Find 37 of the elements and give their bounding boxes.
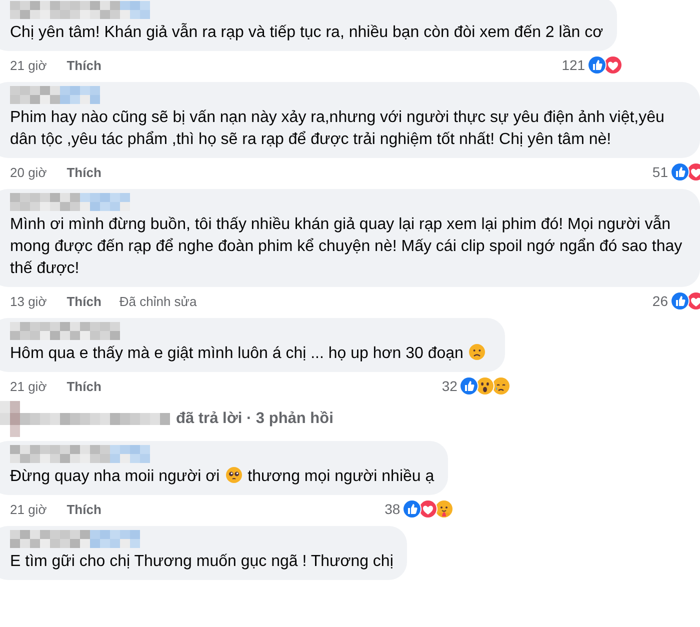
- heart-icon: [686, 162, 700, 182]
- comment-text: Đừng quay nha moii người ơi: [10, 468, 220, 485]
- like-icon: [402, 499, 422, 519]
- like-icon: [459, 376, 480, 396]
- hugging-face-icon: [434, 499, 454, 519]
- comment-text: Hôm qua e thấy mà e giật mình luôn á chị ... họ up hơn 30 đoạn: [10, 345, 464, 362]
- like-icon: [670, 162, 690, 182]
- reaction-count[interactable]: 38: [384, 501, 400, 517]
- replies-link[interactable]: đã trả lời · 3 phản hồi: [176, 410, 334, 428]
- reaction-count[interactable]: 51: [652, 164, 668, 180]
- like-icon: [670, 291, 690, 311]
- heart-icon: [418, 499, 438, 519]
- comment-text: Chị yên tâm! Khán giả vẫn ra rạp và tiếp tục ra, nhiều bạn còn đòi xem đến 2 lần cơ: [10, 24, 604, 41]
- comment-time[interactable]: 21 giờ: [10, 378, 47, 394]
- like-link[interactable]: Thích: [66, 502, 102, 516]
- reaction-count[interactable]: 32: [442, 378, 458, 394]
- comment-time[interactable]: 13 giờ: [10, 294, 47, 308]
- like-link[interactable]: Thích: [66, 294, 102, 308]
- comment-time[interactable]: 20 giờ: [10, 164, 47, 180]
- comment-time[interactable]: 21 giờ: [10, 502, 47, 516]
- heart-icon: [686, 291, 700, 311]
- crying-face-icon: [491, 376, 512, 396]
- like-link[interactable]: Thích: [66, 58, 102, 72]
- comment-text: Mình ơi mình đừng buồn, tôi thấy nhiều khán giả quay lại rạp xem lại phim đó! Mọi người vẫn mong được đến rạp để nghe đoàn phim kể chuyện nè! Mấy cái clip spoil ngớ ngẩn đó sao thay thế được!: [10, 216, 682, 277]
- reaction-count[interactable]: 121: [562, 57, 586, 73]
- comment-text: Phim hay nào cũng sẽ bị vấn nạn này xảy ra,nhưng với người thực sự yêu điện ảnh việt,yêu dân tộc ,yêu tác phẩm ,thì họ sẽ ra rạp để được trải nghiệm tốt nhất! Chị yên tâm nè!: [10, 109, 664, 148]
- pleading-face-icon: [224, 466, 243, 484]
- sad-face-icon: [468, 343, 486, 361]
- like-link[interactable]: Thích: [66, 164, 102, 180]
- comment-time[interactable]: 21 giờ: [10, 58, 47, 72]
- reaction-count[interactable]: 26: [652, 293, 668, 309]
- comment-text: thương mọi người nhiều ạ: [248, 468, 434, 485]
- like-icon: [587, 55, 608, 75]
- edited-label: Đã chỉnh sửa: [119, 294, 197, 308]
- comment-text: E tìm gữi cho chị Thương muốn gục ngã ! Thương chị: [10, 553, 394, 570]
- surprised-face-icon: [475, 376, 496, 396]
- like-link[interactable]: Thích: [66, 378, 102, 394]
